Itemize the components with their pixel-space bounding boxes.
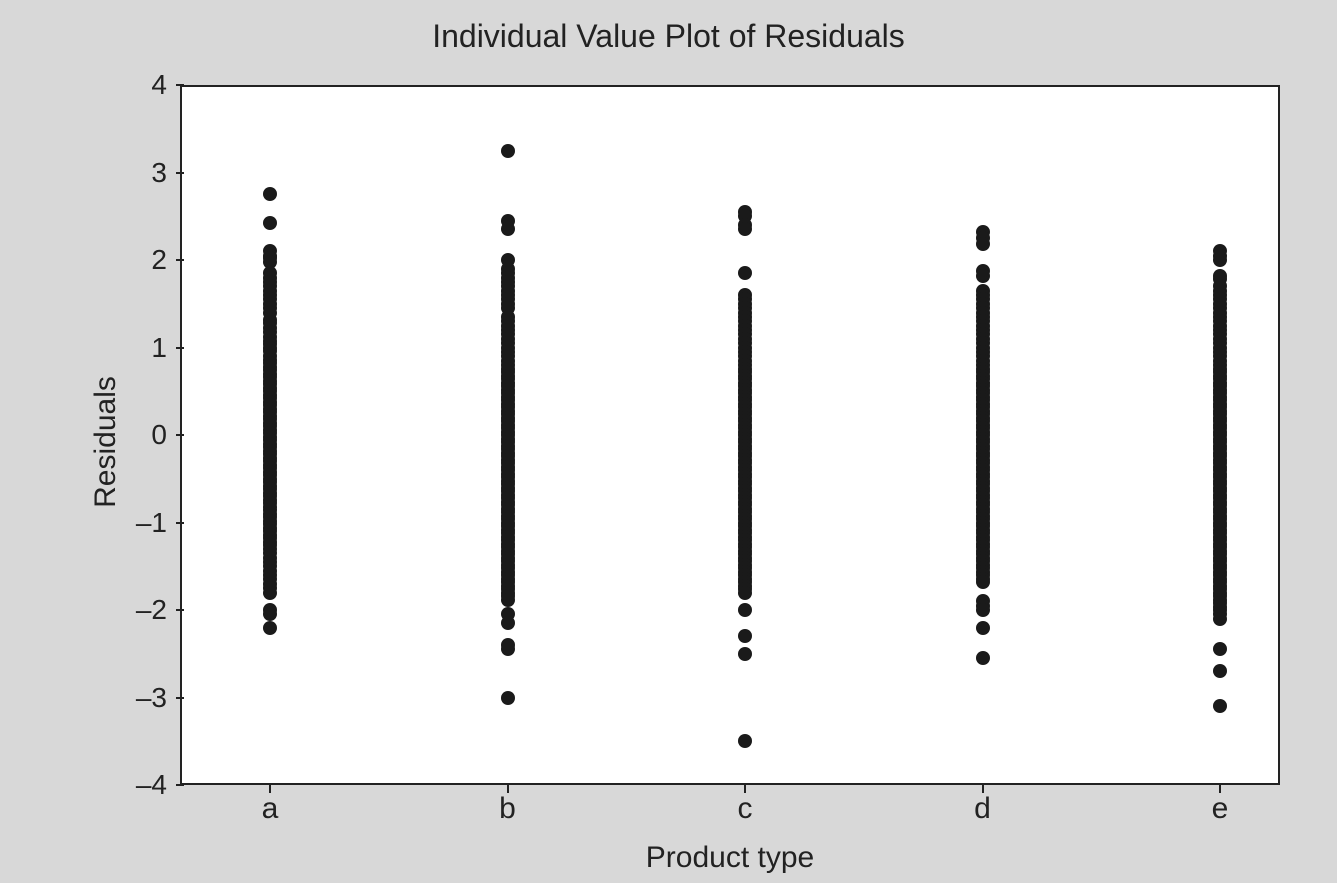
plot-area (180, 85, 1280, 785)
y-tick-mark (176, 609, 184, 611)
y-tick-mark (176, 347, 184, 349)
x-tick-label: d (974, 792, 991, 826)
data-point (501, 616, 515, 630)
y-tick-label: 3 (107, 157, 167, 189)
y-tick-mark (176, 84, 184, 86)
data-point (976, 651, 990, 665)
data-point (501, 144, 515, 158)
x-tick-label: a (262, 792, 279, 826)
data-point (976, 621, 990, 635)
y-tick-mark (176, 522, 184, 524)
data-point (976, 575, 990, 589)
y-tick-mark (176, 434, 184, 436)
y-tick-mark (176, 259, 184, 261)
data-point (738, 647, 752, 661)
x-tick-label: c (738, 792, 753, 826)
data-point (501, 222, 515, 236)
data-point (263, 621, 277, 635)
x-axis-label: Product type (180, 841, 1280, 875)
x-tick-label: b (499, 792, 516, 826)
y-tick-mark (176, 697, 184, 699)
y-tick-label: 1 (107, 332, 167, 364)
y-tick-label: –2 (107, 594, 167, 626)
data-point (263, 586, 277, 600)
data-point (976, 603, 990, 617)
y-tick-label: –4 (107, 769, 167, 801)
chart-container: Individual Value Plot of Residuals Resid… (0, 0, 1337, 883)
data-point (1213, 612, 1227, 626)
data-point (976, 269, 990, 283)
y-tick-label: –3 (107, 682, 167, 714)
data-point (501, 691, 515, 705)
data-point (738, 586, 752, 600)
y-tick-label: 2 (107, 244, 167, 276)
y-tick-label: –1 (107, 507, 167, 539)
data-point (501, 642, 515, 656)
y-tick-mark (176, 784, 184, 786)
y-tick-label: 4 (107, 69, 167, 101)
data-point (976, 237, 990, 251)
chart-title: Individual Value Plot of Residuals (0, 18, 1337, 55)
data-point (738, 603, 752, 617)
y-tick-mark (176, 172, 184, 174)
x-tick-label: e (1212, 792, 1229, 826)
data-point (1213, 253, 1227, 267)
data-point (501, 593, 515, 607)
y-tick-label: 0 (107, 419, 167, 451)
